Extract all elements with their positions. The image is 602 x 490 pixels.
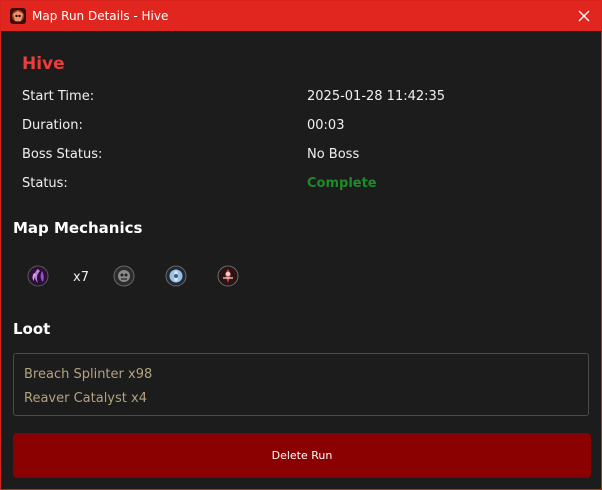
duration-label: Duration: — [22, 118, 83, 133]
app-icon — [10, 8, 26, 24]
loot-list[interactable]: Breach Splinter x98 Reaver Catalyst x4 — [13, 353, 589, 416]
ritual-icon — [113, 265, 135, 287]
delirium-icon — [165, 265, 187, 287]
delete-run-button[interactable]: Delete Run — [13, 433, 591, 478]
status-value: Complete — [307, 176, 377, 191]
loot-header: Loot — [13, 320, 51, 338]
start-time-label: Start Time: — [22, 89, 95, 104]
mechanics-header: Map Mechanics — [13, 219, 143, 237]
breach-count: x7 — [73, 270, 89, 285]
loot-item: Reaver Catalyst x4 — [24, 391, 147, 406]
loot-item: Breach Splinter x98 — [24, 367, 153, 382]
map-run-details-window: Map Run Details - Hive Hive Start Time: … — [0, 0, 602, 490]
breach-icon — [27, 265, 49, 287]
start-time-value: 2025-01-28 11:42:35 — [307, 89, 446, 104]
window-title: Map Run Details - Hive — [32, 9, 169, 23]
status-label: Status: — [22, 176, 68, 191]
expedition-icon — [217, 265, 239, 287]
map-name: Hive — [22, 54, 65, 74]
close-button[interactable] — [567, 1, 601, 31]
title-bar[interactable]: Map Run Details - Hive — [1, 1, 601, 31]
boss-status-value: No Boss — [307, 147, 360, 162]
duration-value: 00:03 — [307, 118, 345, 133]
close-icon — [578, 10, 590, 22]
boss-status-label: Boss Status: — [22, 147, 103, 162]
